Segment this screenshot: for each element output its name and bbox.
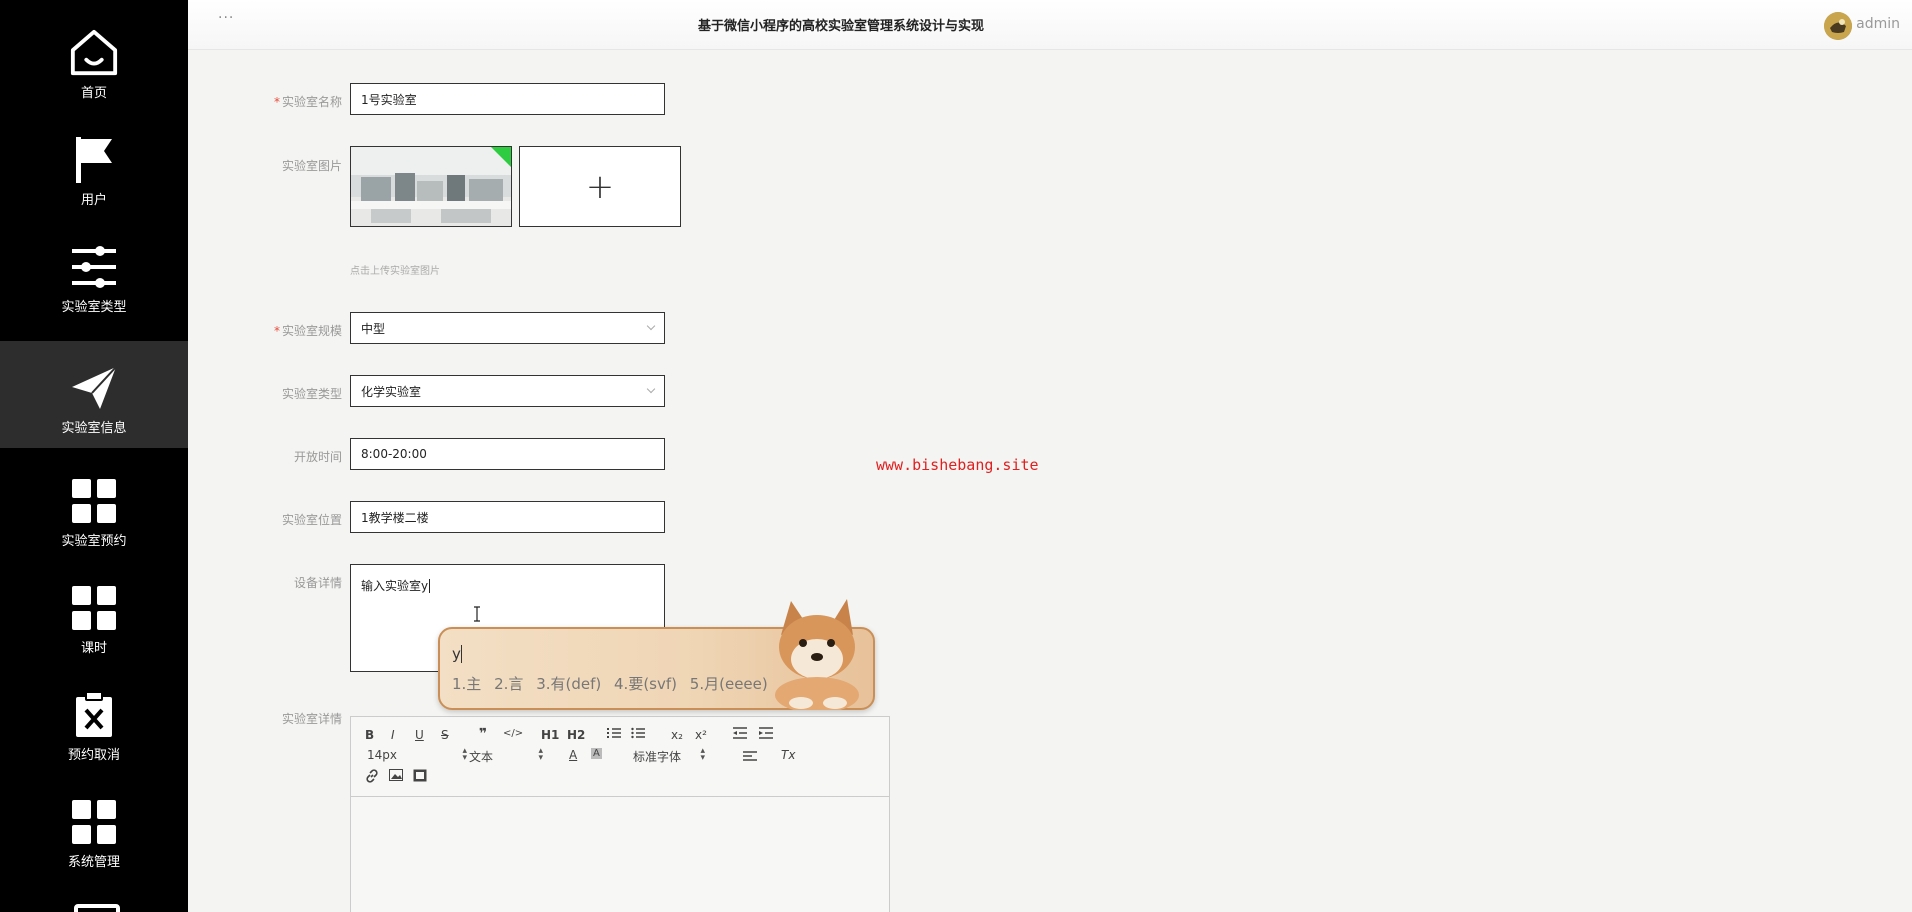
location-input[interactable]: 1教学楼二楼 [350,501,665,533]
italic-button[interactable]: I [391,728,395,742]
bullet-list-icon[interactable] [631,726,645,743]
quote-button[interactable]: ❞ [479,726,487,742]
text-cursor-icon [474,606,480,622]
avatar[interactable] [1824,12,1852,40]
sidebar-item-system[interactable]: 系统管理 [0,769,188,876]
ime-candidate[interactable]: 4.要(svf) [614,675,677,693]
sidebar-item-label: 实验室类型 [61,300,127,315]
sidebar-item-booking-cancel[interactable]: 预约取消 [0,662,188,769]
image-upload-button[interactable]: + [519,146,681,227]
outdent-icon[interactable] [733,726,747,743]
open-time-label: 开放时间 [293,450,342,464]
sidebar-item-label: 系统管理 [67,855,120,870]
page-title: 基于微信小程序的高校实验室管理系统设计与实现 [698,19,985,34]
font-size-select[interactable]: 14px ▴ ▾ [367,747,467,763]
sidebar-item-lab-type[interactable]: 实验室类型 [0,214,188,321]
lab-type-select[interactable]: 化学实验室 [350,375,665,407]
partial-icon [74,904,120,912]
more-menu-icon[interactable]: ··· [218,10,234,26]
grid-icon [69,476,119,526]
ime-candidate[interactable]: 1.主 [452,675,481,693]
scale-label: * 实验室规模 [273,324,342,338]
image-upload-hint: 点击上传实验室图片 [350,266,440,277]
lab-scale-select[interactable]: 中型 [350,312,665,344]
ime-candidate[interactable]: 3.有(def) [536,675,601,693]
type-label: 实验室类型 [281,387,342,401]
grid-icon [69,583,119,633]
sidebar-item-class-hours[interactable]: 课时 [0,555,188,662]
ime-candidate[interactable]: 2.言 [494,675,523,693]
name-label: * 实验室名称 [273,95,342,109]
flag-icon [69,135,119,185]
plus-icon: + [585,166,615,207]
clipboard-x-icon [69,690,119,740]
ime-candidate[interactable]: 5.月(eeee) [690,675,768,693]
sidebar-item-label: 首页 [80,86,107,101]
code-button[interactable]: </> [503,728,523,739]
lab-name-input[interactable]: 1号实验室 [350,83,665,115]
top-bar: ··· 基于微信小程序的高校实验室管理系统设计与实现 admin [188,0,1912,50]
user-name[interactable]: admin [1856,16,1900,32]
text-style-select[interactable]: 文本 ▴ ▾ [469,747,543,765]
rich-text-editor[interactable]: B I U S ❞ </> H1 H2 x₂ x² 14px ▴ ▾ 文本 ▴ ▾ … [350,716,890,912]
ime-composition: y [452,645,462,663]
chevron-down-icon [646,321,656,331]
ordered-list-icon[interactable] [607,726,621,743]
ime-candidates: 1.主 2.言 3.有(def) 4.要(svf) 5.月(eeee) [452,673,776,694]
font-color-icon[interactable]: A [569,748,577,762]
home-icon [69,28,119,78]
sidebar-item-label: 课时 [80,641,107,656]
sidebar-item-label: 预约取消 [67,748,120,763]
h2-button[interactable]: H2 [567,728,585,742]
video-icon[interactable] [413,769,427,785]
sidebar-item-users[interactable]: 用户 [0,107,188,214]
align-icon[interactable] [743,750,757,765]
link-icon[interactable] [365,769,379,786]
clear-format-button[interactable]: Tx [781,748,795,762]
h1-button[interactable]: H1 [541,728,559,742]
sidebar-item-label: 实验室预约 [61,534,127,549]
watermark-url: www.bishebang.site [876,456,1039,474]
image-label: 实验室图片 [281,159,342,173]
superscript-button[interactable]: x² [695,728,707,742]
sidebar-item-label: 用户 [80,193,107,208]
font-family-select[interactable]: 标准字体 ▴ ▾ [633,747,705,765]
grid-icon [69,797,119,847]
open-time-input[interactable]: 8:00-20:00 [350,438,665,470]
sidebar-item-lab-booking[interactable]: 实验室预约 [0,448,188,555]
sidebar-item-lab-info[interactable]: 实验室信息 [0,341,188,448]
location-label: 实验室位置 [281,513,342,527]
paper-plane-icon [69,363,119,413]
sliders-icon [69,242,119,292]
sidebar-item-label: 实验室信息 [61,421,127,436]
details-label: 实验室详情 [281,712,342,726]
equipment-label: 设备详情 [293,576,342,590]
lab-image-thumbnail[interactable] [350,146,512,227]
image-icon[interactable] [389,769,403,784]
subscript-button[interactable]: x₂ [671,728,683,742]
editor-toolbar: B I U S ❞ </> H1 H2 x₂ x² 14px ▴ ▾ 文本 ▴ ▾ … [351,717,889,797]
indent-icon[interactable] [759,726,773,743]
sidebar-item-home[interactable]: 首页 [0,0,188,107]
background-color-icon[interactable]: A [591,748,602,759]
ime-candidate-popup: y 1.主 2.言 3.有(def) 4.要(svf) 5.月(eeee) [438,599,875,710]
sidebar: 首页 用户 实验室类型 实验室信息 实验室预约 课时 预约取消 系统管理 [0,0,188,912]
shiba-dog-skin-icon [775,599,859,710]
strike-button[interactable]: S [441,728,449,742]
chevron-down-icon [646,384,656,394]
bold-button[interactable]: B [365,728,374,742]
underline-button[interactable]: U [415,728,424,742]
